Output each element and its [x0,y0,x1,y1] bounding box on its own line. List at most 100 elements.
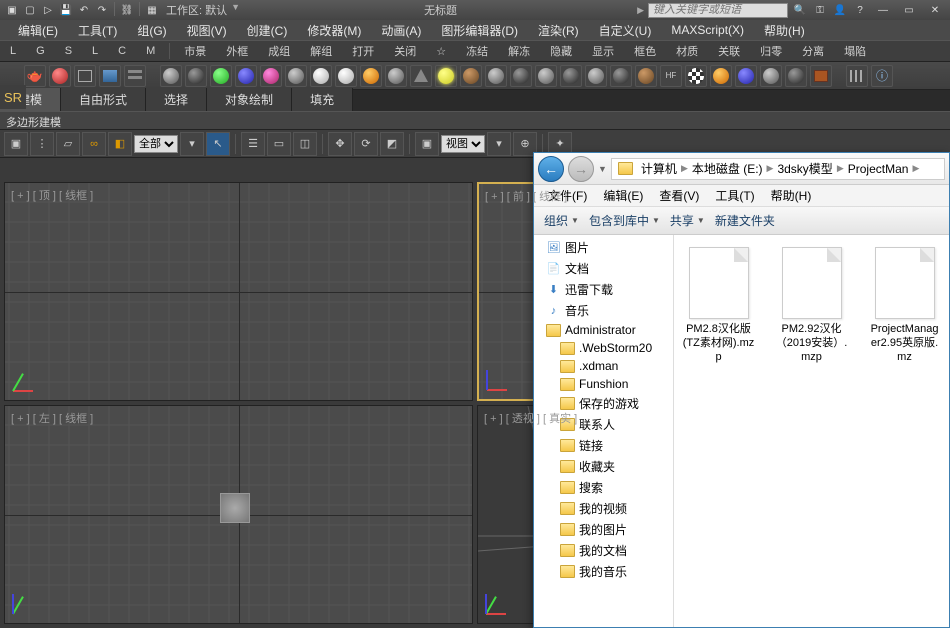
mat-sun-icon[interactable] [435,65,457,87]
tree-item[interactable]: 搜索 [534,477,673,498]
tab[interactable]: 自由形式 [61,88,146,111]
mat-sph-5[interactable] [260,65,282,87]
mat-hf-icon[interactable]: HF [660,65,682,87]
coord-opt-icon[interactable]: ▾ [487,132,511,156]
mat-sph-12[interactable] [485,65,507,87]
tab[interactable]: 选择 [146,88,207,111]
ribbon-command[interactable]: 关联 [708,41,750,61]
mat-box-icon[interactable] [74,65,96,87]
teapot-icon[interactable]: 🫖 [24,65,46,87]
mat-ui2-icon[interactable] [124,65,146,87]
menu-item[interactable]: 视图(V) [177,20,237,41]
ribbon-command[interactable]: 隐藏 [540,41,582,61]
workspace-selector[interactable]: 工作区: 默认 [166,2,227,18]
undo-icon[interactable]: ↶ [76,2,92,18]
select-tool[interactable]: ↖ [206,132,230,156]
mat-sph-22[interactable] [760,65,782,87]
minimize-button[interactable]: — [872,3,894,17]
mat-sph-8[interactable] [335,65,357,87]
ribbon-letter[interactable]: M [136,43,165,59]
tree-item[interactable]: .xdman [534,357,673,375]
tree-item[interactable]: 收藏夹 [534,456,673,477]
tree-item[interactable]: 我的音乐 [534,561,673,582]
mat-sph-11[interactable] [460,65,482,87]
ribbon-letter[interactable]: S [55,43,82,59]
mat-sph-4[interactable] [235,65,257,87]
tree-item[interactable]: ⬇迅雷下载 [534,279,673,300]
nav-back-button[interactable]: ← [538,156,564,182]
breadcrumb-segment[interactable]: 3dsky模型 [773,160,836,177]
file-item[interactable]: PM2.8汉化版(TZ素材网).mzp [682,247,755,364]
mode-vert-icon[interactable]: ⋮ [30,132,54,156]
filter-select-all[interactable]: 全部 [134,135,178,153]
binoculars-icon[interactable]: 🔍 [792,2,808,18]
menu-item[interactable]: 渲染(R) [528,20,589,41]
viewcube[interactable] [220,493,250,523]
explorer-menu-item[interactable]: 工具(T) [709,187,760,204]
explorer-menu-item[interactable]: 帮助(H) [765,187,818,204]
tree-item[interactable]: 📄文档 [534,258,673,279]
mat-sph-2[interactable] [185,65,207,87]
mat-sph-3[interactable] [210,65,232,87]
explorer-menu-item[interactable]: 查看(V) [653,187,705,204]
new-icon[interactable]: ▢ [22,2,38,18]
menu-item[interactable]: 动画(A) [371,20,431,41]
file-item[interactable]: ProjectManager2.95英原版.mz [868,247,941,364]
explorer-tool-item[interactable]: 新建文件夹 [715,212,775,229]
mat-sph-18[interactable] [635,65,657,87]
ribbon-command[interactable]: 解冻 [498,41,540,61]
tree-item[interactable]: 🖼图片 [534,237,673,258]
mat-sph-6[interactable] [285,65,307,87]
tree-item[interactable]: 我的文档 [534,540,673,561]
folder-tree[interactable]: 🖼图片📄文档⬇迅雷下载♪音乐Administrator.WebStorm20.x… [534,235,674,627]
menu-item[interactable]: 帮助(H) [754,20,815,41]
breadcrumb-segment[interactable]: ProjectMan [844,162,913,176]
coord-select[interactable]: 视图 [441,135,485,153]
menu-item[interactable]: MAXScript(X) [661,21,754,39]
rect-sel-icon[interactable]: ▭ [267,132,291,156]
open-icon[interactable]: ▷ [40,2,56,18]
chevron-down-icon[interactable]: ▼ [231,2,240,18]
key-icon[interactable]: ⚿ [812,2,828,18]
mat-sph-10[interactable] [385,65,407,87]
breadcrumb[interactable]: 计算机▶本地磁盘 (E:)▶3dsky模型▶ProjectMan▶ [611,158,945,180]
ribbon-command[interactable]: 解组 [300,41,342,61]
mat-info-icon[interactable]: ⓘ [871,65,893,87]
ribbon-letter[interactable]: L [0,43,26,59]
menu-item[interactable]: 工具(T) [68,20,127,41]
window-cross-icon[interactable]: ◫ [293,132,317,156]
close-button[interactable]: ✕ [924,3,946,17]
maximize-button[interactable]: ▭ [898,3,920,17]
mat-sph-14[interactable] [535,65,557,87]
ribbon-command[interactable]: 分离 [792,41,834,61]
ribbon-command[interactable]: 框色 [624,41,666,61]
snap-icon[interactable]: ▣ [415,132,439,156]
rotate-tool[interactable]: ⟳ [354,132,378,156]
mat-sph-1[interactable] [160,65,182,87]
tree-item[interactable]: 链接 [534,435,673,456]
explorer-tool-item[interactable]: 共享▼ [670,212,705,229]
explorer-tool-item[interactable]: 组织▼ [544,212,579,229]
tree-item[interactable]: Funshion [534,375,673,393]
menu-item[interactable]: 修改器(M) [297,20,371,41]
tree-item[interactable]: 我的视频 [534,498,673,519]
ribbon-command[interactable]: 成组 [258,41,300,61]
menu-item[interactable]: 编辑(E) [8,20,68,41]
ribbon-command[interactable]: 外框 [216,41,258,61]
menu-item[interactable]: 图形编辑器(D) [431,20,528,41]
breadcrumb-segment[interactable]: 计算机 [637,160,681,177]
signin-icon[interactable]: 👤 [832,2,848,18]
mat-sph-7[interactable] [310,65,332,87]
explorer-menu-item[interactable]: 编辑(E) [597,187,649,204]
mat-sph-13[interactable] [510,65,532,87]
tree-item[interactable]: ♪音乐 [534,300,673,321]
mat-sph-9[interactable] [360,65,382,87]
ribbon-letter[interactable]: L [82,43,108,59]
ribbon-command[interactable]: ☆ [426,43,456,60]
save-icon[interactable]: 💾 [58,2,74,18]
mode-link-icon[interactable]: ∞ [82,132,106,156]
workspace-icon[interactable]: ▦ [144,2,160,18]
mat-sph-20[interactable] [710,65,732,87]
mat-sph-19[interactable] [685,65,707,87]
tree-item[interactable]: .WebStorm20 [534,339,673,357]
